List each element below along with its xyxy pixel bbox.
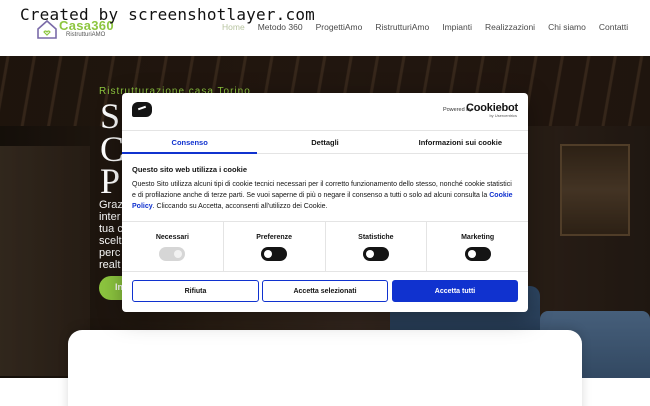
- category-label: Marketing: [461, 234, 495, 241]
- category-necessari: Necessari: [122, 222, 224, 271]
- tab-dettagli[interactable]: Dettagli: [257, 131, 392, 153]
- logo-tagline: RistrutturiAMO: [66, 32, 106, 38]
- dialog-body: Questo Sito utilizza alcuni tipi di cook…: [132, 179, 516, 212]
- accept-selected-button[interactable]: Accetta selezionati: [262, 280, 388, 302]
- preferenze-toggle[interactable]: [261, 247, 288, 261]
- marketing-toggle[interactable]: [464, 247, 491, 261]
- content-card: [68, 330, 582, 406]
- category-label: Preferenze: [256, 234, 293, 241]
- accept-all-button[interactable]: Accetta tutti: [392, 280, 518, 302]
- screenshot-watermark: Created by screenshotlayer.com: [20, 5, 315, 24]
- category-label: Statistiche: [358, 234, 394, 241]
- category-marketing: Marketing: [427, 222, 528, 271]
- nav-item-impianti[interactable]: Impianti: [442, 22, 472, 32]
- cookiebot-sub-label: by Usercentrics: [489, 113, 517, 118]
- category-label: Necessari: [155, 234, 189, 241]
- nav-item-realizzazioni[interactable]: Realizzazioni: [485, 22, 535, 32]
- dialog-body-text: Questo Sito utilizza alcuni tipi di cook…: [132, 181, 512, 199]
- category-preferenze: Preferenze: [224, 222, 326, 271]
- dialog-body-text-end: . Cliccando su Accetta, acconsenti all'u…: [152, 203, 328, 210]
- nav-item-progettiamo[interactable]: ProgettiAmo: [316, 22, 363, 32]
- nav-item-chi-siamo[interactable]: Chi siamo: [548, 22, 586, 32]
- tab-consenso[interactable]: Consenso: [122, 131, 258, 154]
- nav-item-contatti[interactable]: Contatti: [599, 22, 628, 32]
- nav-item-ristrutturiamo[interactable]: RistrutturiAmo: [375, 22, 429, 32]
- necessari-toggle: [159, 247, 186, 261]
- cookie-categories: Necessari Preferenze Statistiche Marketi…: [122, 221, 528, 272]
- consent-tabs: Consenso Dettagli Informazioni sui cooki…: [122, 130, 528, 154]
- cookie-consent-dialog: Powered by Cookiebot by Usercentrics Con…: [122, 93, 528, 312]
- chat-bubble-logo-icon: [132, 102, 152, 117]
- statistiche-toggle[interactable]: [362, 247, 389, 261]
- reject-button[interactable]: Rifiuta: [132, 280, 259, 302]
- category-statistiche: Statistiche: [326, 222, 428, 271]
- dialog-title: Questo sito web utilizza i cookie: [132, 165, 248, 174]
- hero-title-line-3: P: [100, 161, 121, 201]
- tab-informazioni[interactable]: Informazioni sui cookie: [393, 131, 528, 153]
